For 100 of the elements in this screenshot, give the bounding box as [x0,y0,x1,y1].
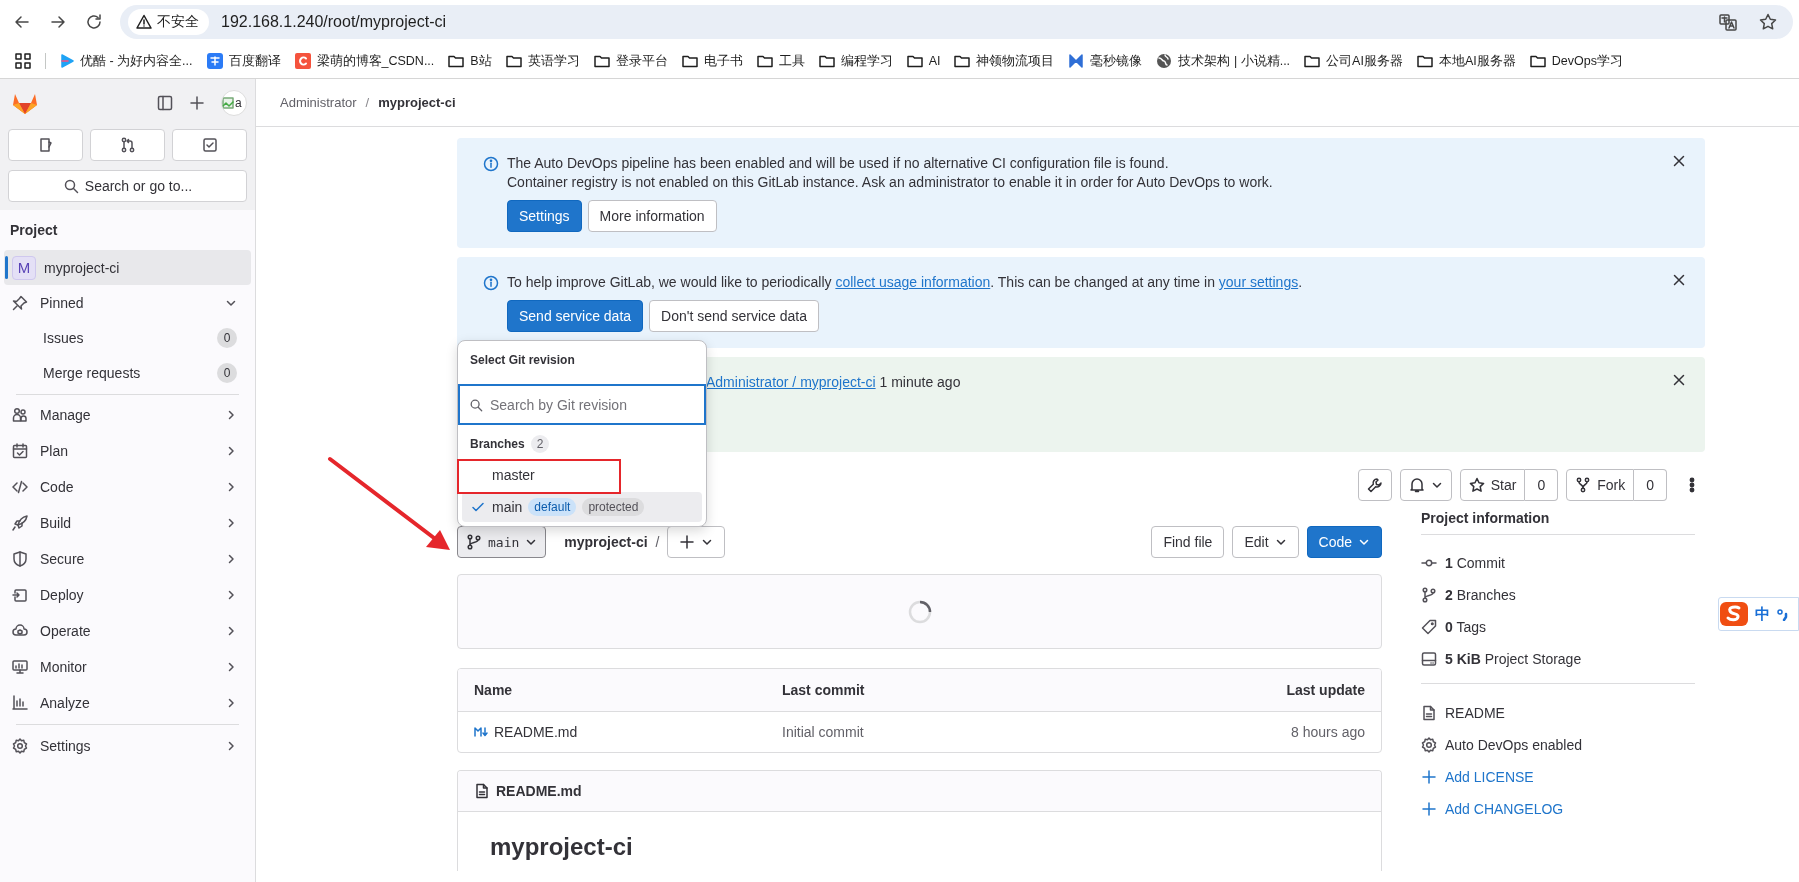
notice-button[interactable]: Settings [507,200,582,232]
close-icon[interactable] [1671,372,1687,388]
fork-count[interactable]: 0 [1634,469,1667,501]
reload-icon[interactable] [85,13,103,31]
breadcrumb-link[interactable]: myproject-ci [378,95,456,110]
info-link[interactable]: Add CHANGELOG [1445,801,1564,817]
nav-item[interactable]: Settings [4,728,251,764]
nav-item[interactable]: Monitor [4,649,251,685]
security-chip[interactable]: 不安全 [128,9,209,35]
bookmark[interactable]: 登录平台 [593,52,668,70]
bookmark[interactable]: 百度翻译 [206,52,281,70]
apps-icon[interactable] [15,53,31,69]
section-title: Project [9,221,59,240]
stat-link[interactable]: 5 KiB Project Storage [1445,651,1582,667]
repo-path-link[interactable]: myproject-ci [564,534,648,550]
back-icon[interactable] [13,13,31,31]
bookmark[interactable]: 梁萌的博客_CSDN... [294,52,435,70]
info-link[interactable]: README [1445,705,1505,721]
notification-button[interactable] [1399,469,1452,501]
nav-item[interactable]: Operate [4,613,251,649]
nav-item[interactable]: Deploy [4,577,251,613]
bookmark[interactable]: 神领物流项目 [954,52,1055,70]
chart-icon [12,695,28,711]
sidebar-toggle-icon[interactable] [157,95,173,111]
bookmark[interactable]: 电子书 [681,52,743,70]
notice-link[interactable]: Administrator / myproject-ci [706,374,876,390]
stat-link[interactable]: 2 Branches [1445,587,1516,603]
people-icon [12,407,28,423]
pinned-toggle[interactable]: Pinned [4,285,251,320]
merge-requests-button[interactable] [90,129,165,161]
search-button[interactable]: Search or go to... [8,170,247,202]
file-icon [474,783,490,799]
nav-item[interactable]: Build [4,505,251,541]
forward-icon[interactable] [49,13,67,31]
bookmark[interactable]: 本地AI服务器 [1416,52,1516,70]
branch-name: master [492,466,535,483]
search-field[interactable]: Search by Git revision [458,384,706,425]
gear-icon [1421,737,1437,753]
folder-icon [1416,54,1433,68]
bookmark[interactable]: 英语学习 [505,52,580,70]
file-link[interactable]: README.md [474,724,782,740]
bookmark[interactable]: 技术架构 | 小说精... [1156,52,1291,70]
notice-button[interactable]: More information [587,200,717,232]
bookmark[interactable]: 优酷 - 为好内容全... [60,52,193,70]
bookmark[interactable]: 毫秒镜像 [1068,52,1143,70]
translate-page-icon[interactable] [1719,13,1737,31]
notice-button[interactable]: Send service data [507,300,644,332]
repo-action-button[interactable]: Edit [1232,526,1299,558]
bookmark[interactable]: 编程学习 [818,52,893,70]
info-link[interactable]: Add LICENSE [1445,769,1534,785]
notice-button[interactable]: Don't send service data [649,300,819,332]
avatar-alt-text: a [235,96,242,110]
add-menu-button[interactable] [667,526,726,558]
pinned-item[interactable]: Issues 0 [4,320,251,355]
branch-option[interactable]: master [462,459,702,490]
nav-item[interactable]: Plan [4,433,251,469]
settings-button[interactable] [1357,469,1392,501]
close-icon[interactable] [1671,272,1687,288]
folder-icon [906,54,923,68]
folder-icon [505,54,522,68]
info-link[interactable]: Auto DevOps enabled [1445,737,1582,753]
bookmark[interactable]: 工具 [756,52,805,70]
issues-button[interactable] [8,129,83,161]
folder-icon [954,54,971,68]
avatar[interactable]: a [221,90,247,116]
pinned-item[interactable]: Merge requests 0 [4,355,251,390]
plus-icon[interactable] [189,95,205,111]
stat-link[interactable]: 0 Tags [1445,619,1486,635]
star-count[interactable]: 0 [1525,469,1559,501]
file-name: README.md [496,783,582,799]
repo-action-button[interactable]: Code [1306,526,1382,558]
ime-mode[interactable]: 中 [1755,604,1770,624]
nav-item[interactable]: Analyze [4,685,251,721]
monitor-icon [12,659,28,675]
nav-item[interactable]: Secure [4,541,251,577]
bookmark[interactable]: 公司AI服务器 [1304,52,1403,70]
panel-title: Project information [1421,502,1695,535]
repo-action-button[interactable]: Find file [1151,526,1225,558]
bookmark[interactable]: AI [906,54,941,68]
readme-heading: myproject-ci [490,832,634,862]
fork-button[interactable]: Fork [1566,469,1635,501]
table-cell-text: 8 hours ago [1290,724,1365,740]
stat-link[interactable]: 1 Commit [1445,555,1505,571]
kebab-menu-icon[interactable] [1689,477,1695,493]
nav-item[interactable]: Manage [4,397,251,433]
dropdown-title: Select Git revision [469,352,576,369]
branch-option[interactable]: main default protected [462,492,702,522]
nav-item[interactable]: Code [4,469,251,505]
breadcrumb-link[interactable]: Administrator [280,95,357,110]
todo-button[interactable] [172,129,247,161]
punctuation-icon[interactable] [1776,607,1790,621]
branch-selector[interactable]: main [457,526,547,558]
star-icon[interactable] [1759,13,1777,31]
bookmark[interactable]: B站 [448,52,492,70]
bookmark[interactable]: DevOps学习 [1529,52,1623,70]
broken-image-icon [222,97,234,109]
star-button[interactable]: Star [1459,469,1526,501]
close-icon[interactable] [1671,153,1687,169]
address-bar[interactable]: 不安全 192.168.1.240/root/myproject-ci [120,5,1793,39]
project-item[interactable]: M myproject-ci [4,250,251,285]
